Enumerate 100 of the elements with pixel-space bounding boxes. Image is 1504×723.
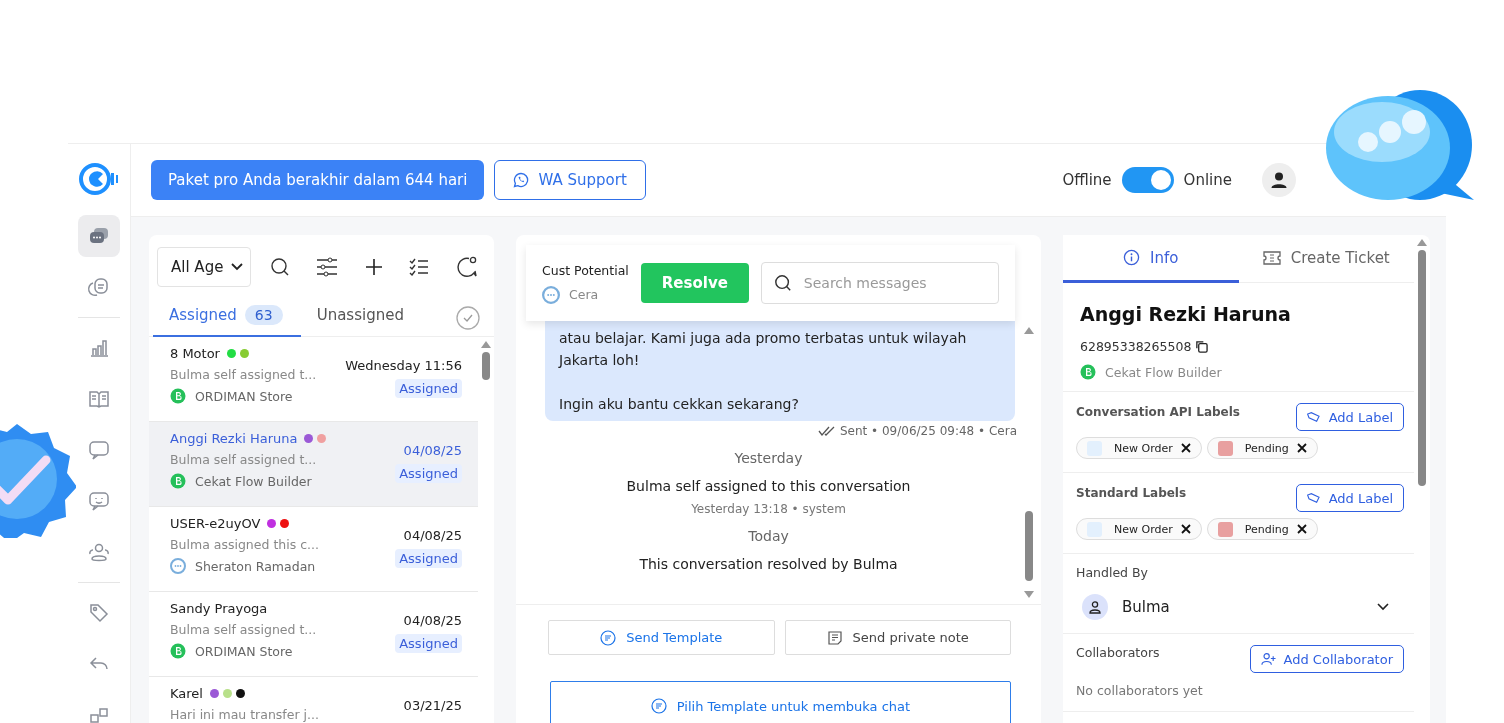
plan-expiry-button[interactable]: Paket pro Anda berakhir dalam 644 hari: [151, 160, 485, 200]
caret-icon: [231, 263, 244, 271]
conversation-tab[interactable]: Unassigned: [300, 300, 420, 336]
message-text: Jakarta loh!: [559, 351, 641, 370]
age-filter-dropdown[interactable]: All Age: [157, 247, 252, 287]
message-preview: Bulma self assigned t...: [170, 452, 318, 467]
handler-dropdown[interactable]: Bulma: [1076, 594, 1404, 620]
conversation-item[interactable]: Sandy Prayoga Bulma self assigned t... ORDIMAN Store 04/08/25 Assigned: [149, 592, 478, 677]
channel-name: ORDIMAN Store: [195, 388, 293, 404]
agent-name: Cera: [569, 287, 599, 302]
info-tab[interactable]: Info: [1063, 235, 1239, 283]
status-badge: Assigned: [395, 549, 462, 568]
system-meta: Yesterday 13:18 • system: [691, 502, 846, 516]
empty-collaborators-text: No collaborators yet: [1076, 683, 1204, 698]
add-collaborator-button[interactable]: Add Collaborator: [1249, 645, 1404, 673]
conversation-item[interactable]: Anggi Rezki Haruna Bulma self assigned t... Cekat Flow Builder 04/08/25 Assigned: [149, 422, 478, 507]
add-label-button[interactable]: Add Label: [1295, 403, 1404, 431]
message-preview: Bulma assigned this c...: [170, 537, 320, 552]
private-note-button[interactable]: Send private note: [784, 620, 1011, 655]
channel-name: Sheraton Ramadan: [195, 558, 316, 574]
send-template-button[interactable]: Send Template: [548, 620, 775, 655]
logo-icon: [79, 162, 119, 196]
caret-icon: [1377, 603, 1389, 611]
conversation-date: 04/08/25: [403, 528, 462, 543]
message-text: Ingin aku bantu cekkan sekarang?: [559, 395, 800, 414]
contact-name: Sandy Prayoga: [170, 601, 268, 616]
message-text: atau belajar. Kami juga ada promo terbatas untuk wilayah: [559, 329, 968, 348]
copy-icon[interactable]: [1195, 340, 1209, 353]
checklist-icon[interactable]: [409, 258, 430, 276]
user-avatar[interactable]: [1262, 163, 1296, 197]
contact-name: 8 Motor: [170, 346, 220, 361]
offline-label: Offline: [1062, 171, 1112, 189]
channel-name: ORDIMAN Store: [195, 643, 293, 659]
chat-bubble-icon: [542, 285, 560, 304]
conversation-date: 04/08/25: [403, 613, 462, 628]
template-icon: [600, 629, 617, 646]
check-circle-icon[interactable]: [456, 305, 480, 330]
section-title: Collaborators: [1076, 645, 1160, 660]
whatsapp-business-icon: [170, 473, 186, 489]
info-tab[interactable]: Create Ticket: [1238, 235, 1414, 283]
chats-nav-button[interactable]: [78, 215, 120, 257]
online-label: Online: [1183, 171, 1232, 189]
speech-bubble-icon: [87, 438, 111, 462]
double-check-icon: [817, 426, 836, 436]
close-icon[interactable]: [1296, 524, 1307, 534]
new-chat-icon[interactable]: [455, 256, 478, 278]
tag-icon: [1306, 491, 1321, 505]
contact-label: Cust Potential: [542, 262, 629, 278]
status-badge: Assigned: [395, 634, 462, 653]
whatsapp-business-icon: [170, 643, 186, 659]
chat-bubble-icon: [170, 558, 186, 574]
user-avatar: [1082, 594, 1108, 620]
day-divider: Yesterday: [734, 450, 803, 466]
contact-name: Karel: [170, 686, 203, 701]
note-icon: [826, 629, 843, 646]
info-icon: [1123, 249, 1141, 266]
ticket-icon: [1262, 250, 1281, 265]
label-chip: New Order: [1076, 437, 1202, 459]
status-toggle[interactable]: [1121, 167, 1174, 193]
smiley-bubble-icon: [87, 489, 111, 513]
tag-icon: [1306, 410, 1321, 424]
channel-name: Cekat Flow Builder: [195, 473, 312, 489]
whatsapp-business-icon: [170, 388, 186, 404]
system-message: Bulma self assigned to this conversation: [626, 478, 911, 494]
message-preview: Bulma self assigned t...: [170, 367, 318, 382]
contact-name: Anggi Rezki Haruna: [170, 431, 298, 446]
conversation-date: 03/21/25: [403, 698, 462, 713]
close-icon[interactable]: [1296, 443, 1307, 453]
close-icon[interactable]: [1180, 443, 1191, 453]
conversation-date: 04/08/25: [403, 443, 462, 458]
section-title: Conversation API Labels: [1076, 405, 1240, 419]
search-messages-field[interactable]: Search messages: [760, 262, 999, 304]
contact-name: USER-e2uyOV: [170, 516, 261, 531]
person-icon: [1270, 171, 1288, 189]
close-icon[interactable]: [1180, 524, 1191, 534]
status-badge: Assigned: [395, 379, 462, 398]
conversation-item[interactable]: Karel Hari ini mau transfer j... 03/21/25: [149, 677, 478, 723]
filter-sliders-icon[interactable]: [316, 257, 339, 277]
search-icon[interactable]: [269, 257, 290, 277]
message-preview: Bulma self assigned t...: [170, 622, 318, 637]
plus-icon[interactable]: [364, 258, 383, 276]
search-icon: [773, 274, 792, 292]
label-chip: New Order: [1076, 518, 1202, 540]
open-chat-template-button[interactable]: Pilih Template untuk membuka chat: [550, 681, 1011, 723]
whatsapp-business-icon: [1080, 364, 1096, 380]
add-user-icon: [1260, 652, 1276, 666]
add-label-button[interactable]: Add Label: [1295, 484, 1404, 512]
message-meta: Sent • 09/06/25 09:48 • Cera: [839, 424, 1017, 438]
tag-icon: [87, 601, 111, 625]
notes-icon: [87, 275, 111, 299]
label-chip: Pending: [1206, 437, 1318, 459]
channel-name: Cekat Flow Builder: [1105, 364, 1222, 380]
section-title: Standard Labels: [1076, 486, 1187, 500]
conversation-tab[interactable]: Assigned 63: [153, 299, 301, 337]
wa-support-button[interactable]: WA Support: [494, 160, 646, 200]
label-chip: Pending: [1206, 518, 1318, 540]
conversation-item[interactable]: USER-e2uyOV Bulma assigned this c... Sheraton Ramadan 04/08/25 Assigned: [149, 507, 478, 592]
system-message: This conversation resolved by Bulma: [639, 556, 898, 572]
status-badge: Assigned: [395, 464, 462, 483]
contact-name: Anggi Rezki Haruna: [1080, 303, 1292, 325]
